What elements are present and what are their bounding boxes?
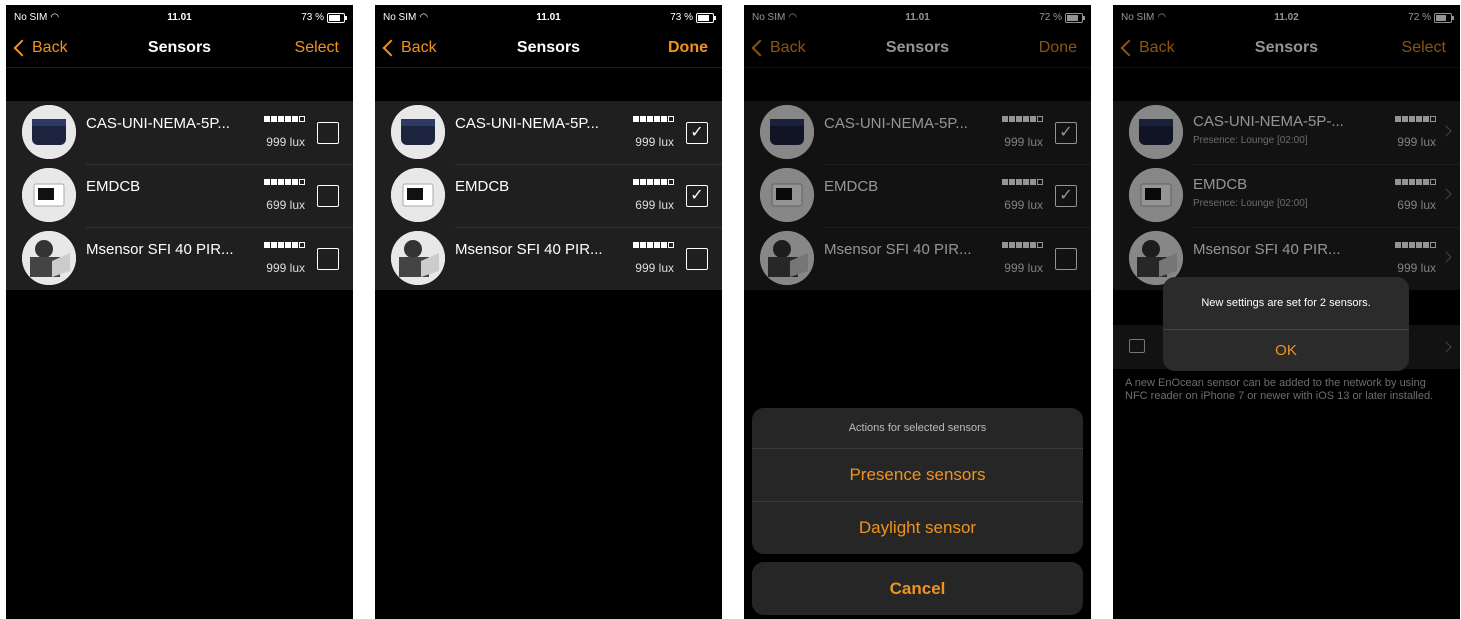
- signal-strength-icon: [264, 179, 305, 185]
- checkmark-icon: ✓: [690, 187, 704, 204]
- signal-strength-icon: [264, 242, 305, 248]
- action-sheet-title: Actions for selected sensors: [752, 408, 1083, 449]
- status-bar: No SIM ◠ 11.01 73 %: [6, 5, 353, 31]
- list-item[interactable]: EMDCB 699 lux ✓: [375, 164, 722, 227]
- checkbox-checked[interactable]: ✓: [686, 185, 708, 207]
- sensor-name: Msensor SFI 40 PIR...: [86, 241, 234, 258]
- sensor-name: CAS-UNI-NEMA-5P...: [86, 115, 230, 132]
- sensor-name: Msensor SFI 40 PIR...: [455, 241, 603, 258]
- list-item[interactable]: Msensor SFI 40 PIR... 999 lux: [6, 227, 353, 290]
- list-item[interactable]: CAS-UNI-NEMA-5P... 999 lux: [6, 101, 353, 164]
- signal-strength-icon: [264, 116, 305, 122]
- screen-sensors-alert: No SIM ◠ 11.02 72 % Back Sensors Select C…: [1113, 5, 1460, 619]
- navigation-bar: Back Sensors Done: [375, 31, 722, 68]
- checkmark-icon: ✓: [690, 124, 704, 141]
- lux-value: 999 lux: [266, 261, 305, 275]
- checkbox[interactable]: [686, 248, 708, 270]
- sensor-thumbnail: [22, 231, 76, 285]
- battery-percent: 73 %: [670, 12, 693, 23]
- sensor-thumbnail: [391, 231, 445, 285]
- presence-sensors-button[interactable]: Presence sensors: [752, 449, 1083, 502]
- battery-percent: 73 %: [301, 12, 324, 23]
- sensor-list: CAS-UNI-NEMA-5P... 999 lux ✓ EMDCB 699 l…: [375, 101, 722, 290]
- done-button[interactable]: Done: [668, 39, 708, 57]
- alert-dialog: New settings are set for 2 sensors. OK: [1163, 277, 1409, 371]
- sensor-name: EMDCB: [86, 178, 141, 195]
- screen-sensors-select: No SIM ◠ 11.01 73 % Back Sensors Done CAS…: [375, 5, 722, 619]
- lux-value: 999 lux: [635, 261, 674, 275]
- checkbox-checked[interactable]: ✓: [686, 122, 708, 144]
- battery-icon: [327, 12, 347, 23]
- lux-value: 999 lux: [635, 135, 674, 149]
- sensor-name: EMDCB: [455, 178, 510, 195]
- sensor-thumbnail: [22, 105, 76, 159]
- checkbox[interactable]: [317, 248, 339, 270]
- list-item[interactable]: CAS-UNI-NEMA-5P... 999 lux ✓: [375, 101, 722, 164]
- battery-icon: [696, 12, 716, 23]
- navigation-bar: Back Sensors Select: [6, 31, 353, 68]
- lux-value: 999 lux: [266, 135, 305, 149]
- checkbox[interactable]: [317, 185, 339, 207]
- alert-message: New settings are set for 2 sensors.: [1163, 277, 1409, 330]
- daylight-sensor-button[interactable]: Daylight sensor: [752, 502, 1083, 554]
- list-item[interactable]: EMDCB 699 lux: [6, 164, 353, 227]
- ok-button[interactable]: OK: [1163, 330, 1409, 371]
- signal-strength-icon: [633, 179, 674, 185]
- action-sheet: Actions for selected sensors Presence se…: [752, 408, 1083, 554]
- sensor-thumbnail: [391, 168, 445, 222]
- sensor-thumbnail: [22, 168, 76, 222]
- status-bar: No SIM ◠ 11.01 73 %: [375, 5, 722, 31]
- signal-strength-icon: [633, 116, 674, 122]
- screen-sensors-list: No SIM ◠ 11.01 73 % Back Sensors Select C…: [6, 5, 353, 619]
- list-item[interactable]: Msensor SFI 40 PIR... 999 lux: [375, 227, 722, 290]
- lux-value: 699 lux: [635, 198, 674, 212]
- lux-value: 699 lux: [266, 198, 305, 212]
- sensor-thumbnail: [391, 105, 445, 159]
- sensor-name: CAS-UNI-NEMA-5P...: [455, 115, 599, 132]
- cancel-button[interactable]: Cancel: [752, 562, 1083, 615]
- screen-sensors-actions: No SIM ◠ 11.01 72 % Back Sensors Done CAS…: [744, 5, 1091, 619]
- select-button[interactable]: Select: [295, 39, 339, 57]
- sensor-list: CAS-UNI-NEMA-5P... 999 lux EMDCB 699 lux…: [6, 101, 353, 290]
- checkbox[interactable]: [317, 122, 339, 144]
- signal-strength-icon: [633, 242, 674, 248]
